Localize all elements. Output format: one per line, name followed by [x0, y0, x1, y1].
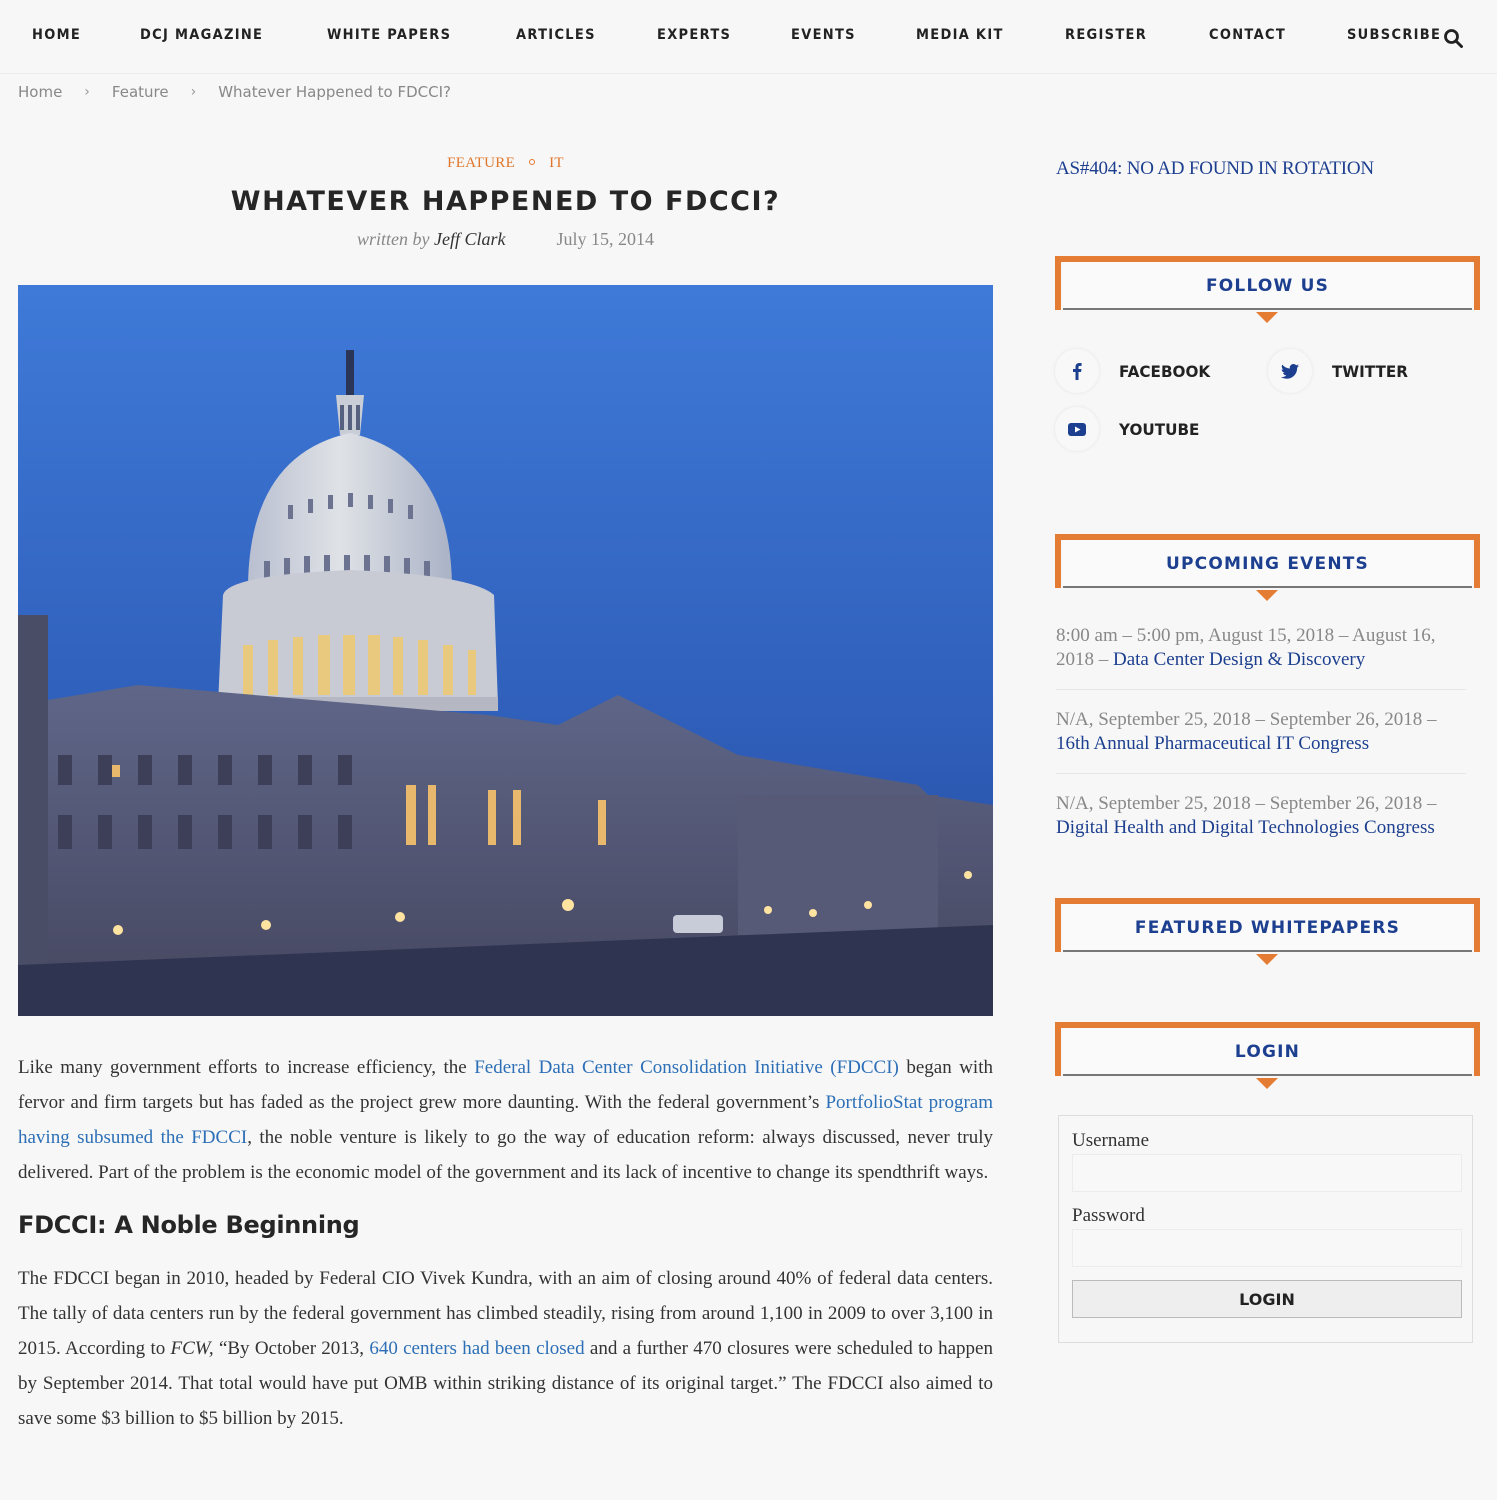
breadcrumb-separator: ›	[84, 84, 90, 100]
breadcrumb: Home › Feature › Whatever Happened to FD…	[18, 83, 451, 101]
paragraph-text: “By October 2013,	[213, 1338, 370, 1359]
section-heading: FDCCI: A Noble Beginning	[18, 1211, 360, 1239]
widget-title-label: UPCOMING EVENTS	[1166, 554, 1369, 574]
featured-whitepapers-widget-title: FEATURED WHITEPAPERS	[1055, 898, 1480, 965]
title-arrow	[1256, 954, 1278, 965]
youtube-icon	[1055, 407, 1099, 451]
category-separator-dot	[529, 158, 536, 165]
facebook-icon	[1055, 349, 1099, 393]
category-it[interactable]: IT	[549, 155, 564, 171]
event-link[interactable]: 16th Annual Pharmaceutical IT Congress	[1056, 733, 1369, 754]
social-label: YOUTUBE	[1119, 419, 1200, 439]
article-paragraph: The FDCCI began in 2010, headed by Feder…	[18, 1261, 993, 1436]
nav-item-white-papers[interactable]: WHITE PAPERS	[327, 27, 451, 43]
breadcrumb-feature[interactable]: Feature	[112, 83, 169, 101]
title-arrow	[1256, 1078, 1278, 1089]
nav-item-home[interactable]: HOME	[32, 27, 81, 43]
capitol-photo	[18, 285, 993, 1016]
centers-closed-link[interactable]: 640 centers had been closed	[369, 1338, 584, 1359]
event-link[interactable]: Digital Health and Digital Technologies …	[1056, 817, 1435, 838]
category-feature[interactable]: FEATURE	[447, 155, 515, 171]
login-widget-title: LOGIN	[1055, 1022, 1480, 1089]
twitter-icon	[1268, 349, 1312, 393]
follow-us-widget-title: FOLLOW US	[1055, 256, 1480, 323]
paragraph-text: Like many government efforts to increase…	[18, 1057, 475, 1078]
login-form: Username Password LOGIN	[1058, 1115, 1473, 1343]
search-icon[interactable]	[1443, 28, 1463, 48]
username-field[interactable]	[1072, 1154, 1462, 1192]
event-link[interactable]: Data Center Design & Discovery	[1113, 649, 1365, 670]
fdcci-link[interactable]: Federal Data Center Consolidation Initia…	[474, 1057, 899, 1078]
nav-item-media-kit[interactable]: MEDIA KIT	[916, 27, 1004, 43]
widget-title-label: FOLLOW US	[1205, 276, 1330, 296]
article-hero-image	[18, 285, 993, 1016]
social-label: FACEBOOK	[1119, 361, 1211, 381]
breadcrumb-current: Whatever Happened to FDCCI?	[218, 83, 451, 101]
widget-title-label: FEATURED WHITEPAPERS	[1134, 918, 1401, 938]
nav-item-contact[interactable]: CONTACT	[1209, 27, 1286, 43]
social-youtube[interactable]: YOUTUBE	[1055, 407, 1204, 451]
article-body: Like many government efforts to increase…	[18, 1050, 993, 1456]
article-title: WHATEVER HAPPENED TO FDCCI?	[230, 186, 781, 217]
nav-item-register[interactable]: REGISTER	[1065, 27, 1147, 43]
social-facebook[interactable]: FACEBOOK	[1055, 349, 1215, 393]
username-label: Username	[1072, 1130, 1150, 1151]
article-paragraph: Like many government efforts to increase…	[18, 1050, 993, 1190]
nav-item-experts[interactable]: EXPERTS	[657, 27, 731, 43]
event-datetime: N/A, September 25, 2018 – September 26, …	[1056, 709, 1437, 730]
password-field[interactable]	[1072, 1229, 1462, 1267]
nav-item-articles[interactable]: ARTICLES	[516, 27, 596, 43]
widget-title-label: LOGIN	[1234, 1042, 1301, 1062]
password-label: Password	[1072, 1205, 1145, 1226]
written-by-label: written by	[357, 229, 430, 249]
breadcrumb-home[interactable]: Home	[18, 83, 62, 101]
social-label: TWITTER	[1332, 361, 1408, 381]
top-navigation: HOME DCJ MAGAZINE WHITE PAPERS ARTICLES …	[0, 0, 1497, 74]
social-twitter[interactable]: TWITTER	[1268, 349, 1412, 393]
event-item: N/A, September 25, 2018 – September 26, …	[1056, 792, 1466, 857]
title-arrow	[1256, 590, 1278, 601]
login-button[interactable]: LOGIN	[1072, 1280, 1462, 1318]
fcw-emphasis: FCW,	[170, 1338, 214, 1359]
nav-item-dcj-magazine[interactable]: DCJ MAGAZINE	[140, 27, 263, 43]
event-item: N/A, September 25, 2018 – September 26, …	[1056, 708, 1466, 774]
event-item: 8:00 am – 5:00 pm, August 15, 2018 – Aug…	[1056, 624, 1466, 690]
nav-item-events[interactable]: EVENTS	[791, 27, 856, 43]
article-date: July 15, 2014	[556, 229, 654, 249]
title-arrow	[1256, 312, 1278, 323]
nav-item-subscribe[interactable]: SUBSCRIBE	[1347, 27, 1441, 43]
article-categories: FEATURE IT	[0, 155, 1011, 172]
author-link[interactable]: Jeff Clark	[434, 229, 505, 249]
breadcrumb-separator: ›	[190, 84, 197, 100]
events-list: 8:00 am – 5:00 pm, August 15, 2018 – Aug…	[1056, 624, 1466, 875]
event-datetime: N/A, September 25, 2018 – September 26, …	[1056, 793, 1437, 814]
ad-placeholder[interactable]: AS#404: NO AD FOUND IN ROTATION	[1056, 158, 1374, 180]
upcoming-events-widget-title: UPCOMING EVENTS	[1055, 534, 1480, 601]
article-byline: written by Jeff Clark July 15, 2014	[0, 229, 1011, 250]
